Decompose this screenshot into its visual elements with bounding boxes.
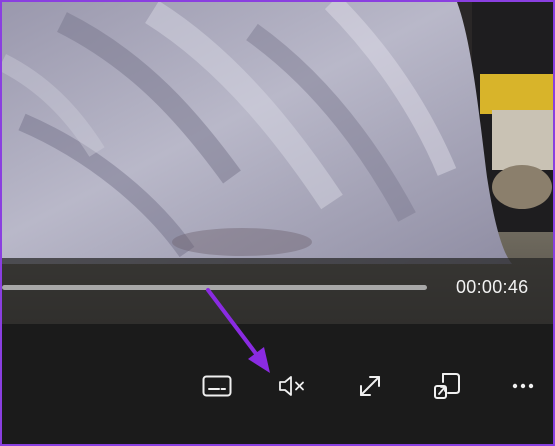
- volume-muted-icon: [279, 376, 304, 396]
- expand-icon: [360, 376, 380, 396]
- more-options-button[interactable]: [503, 366, 543, 406]
- more-dots-icon: [512, 383, 534, 389]
- elapsed-time: 00:00:46: [456, 277, 529, 297]
- media-player-window: 00:00:46: [0, 0, 555, 446]
- fullscreen-button[interactable]: [350, 366, 390, 406]
- control-bar: [2, 324, 553, 444]
- subtitles-icon: [202, 375, 232, 397]
- mute-button[interactable]: [272, 366, 312, 406]
- seek-bar-area: 00:00:46: [2, 258, 553, 324]
- mini-player-icon: [434, 373, 460, 399]
- seek-slider[interactable]: [2, 285, 427, 290]
- subtitles-button[interactable]: [197, 366, 237, 406]
- mini-player-button[interactable]: [427, 366, 467, 406]
